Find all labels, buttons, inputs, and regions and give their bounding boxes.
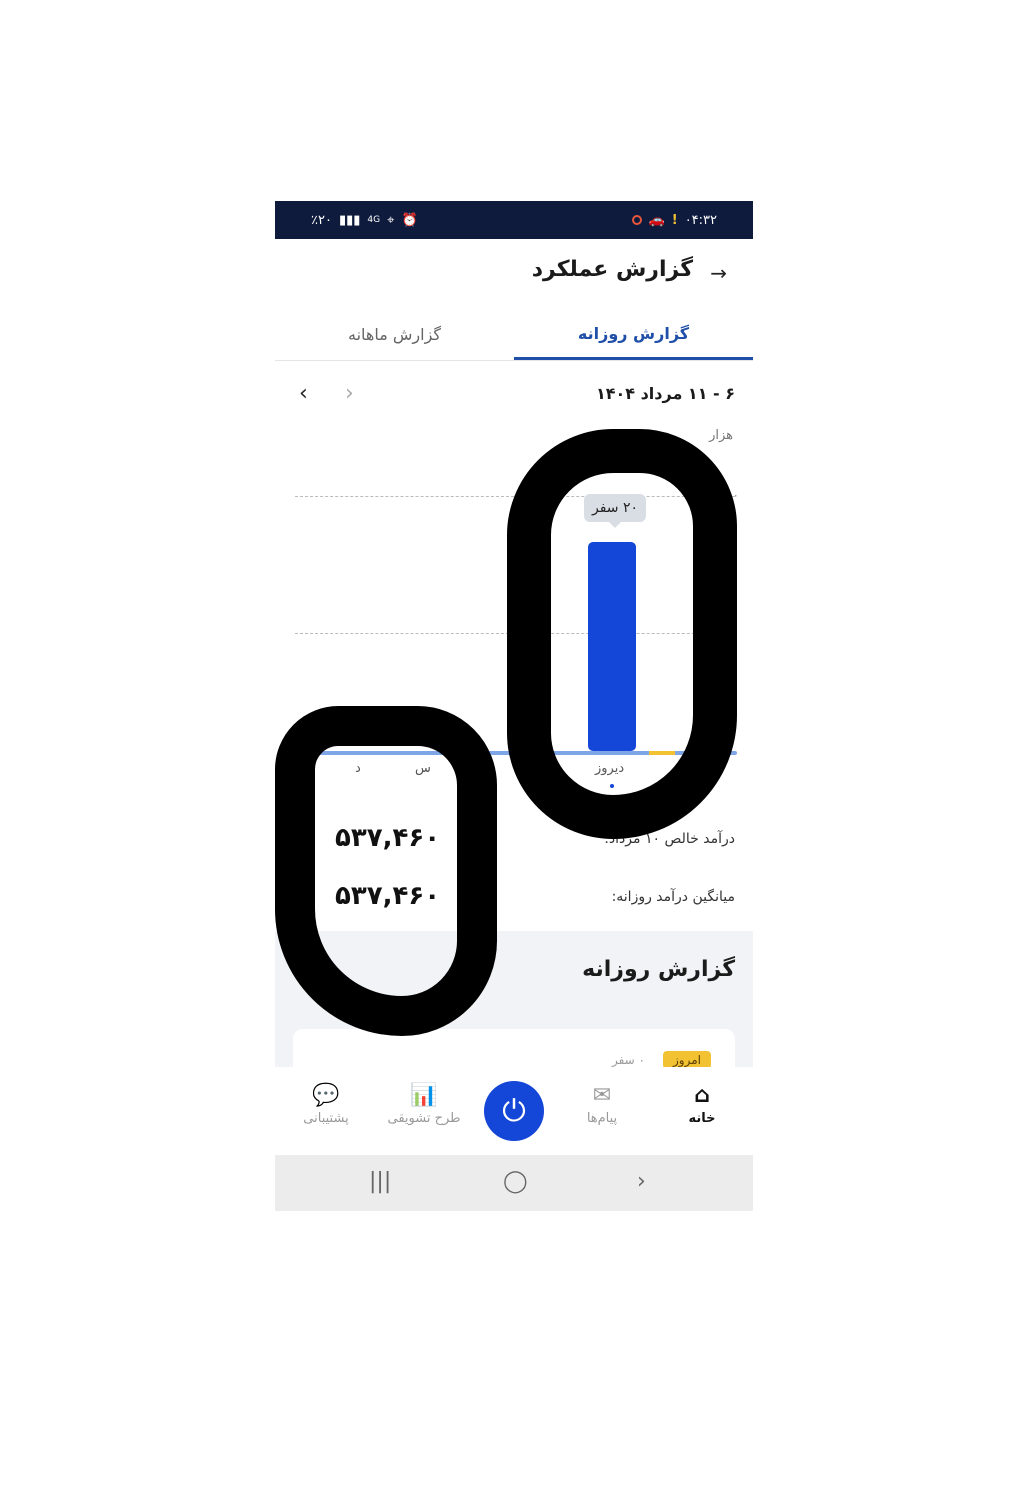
chevron-left-icon[interactable]: ‹: [299, 381, 308, 406]
period-label: ۶ - ۱۱ مرداد ۱۴۰۴: [595, 384, 735, 403]
avg-income-label: میانگین درآمد روزانه:: [611, 889, 735, 905]
back-chevron-icon[interactable]: ›: [637, 1169, 646, 1194]
nav-messages-label: پیام‌ها: [586, 1111, 618, 1126]
mail-icon: ✉: [592, 1083, 612, 1108]
network-type: 4G: [367, 215, 381, 225]
warning-icon: !: [671, 212, 678, 228]
status-right: 🚗 ! ۰۴:۳۲: [631, 212, 717, 228]
scribble-overlay: [275, 706, 497, 1036]
status-left: ٪۲۰ ▮▮▮ 4G ⌖ ⏰: [311, 213, 418, 228]
nav-home-label: خانه: [688, 1111, 716, 1126]
recent-apps-icon[interactable]: |||: [369, 1169, 391, 1194]
location-icon: ⌖: [387, 212, 395, 228]
chevron-right-icon[interactable]: ›: [345, 381, 354, 406]
card-trip-count: ۰ سفر: [611, 1053, 645, 1067]
phone-screen: ٪۲۰ ▮▮▮ 4G ⌖ ⏰ 🚗 ! ۰۴:۳۲ → گزارش عملکرد …: [275, 201, 753, 1211]
nav-home[interactable]: ⌂ خانه: [657, 1081, 747, 1126]
page-title: گزارش عملکرد: [531, 257, 693, 282]
tab-monthly-report[interactable]: گزارش ماهانه: [275, 309, 514, 360]
home-circle-icon[interactable]: ◯: [503, 1169, 528, 1194]
nav-messages[interactable]: ✉ پیام‌ها: [557, 1081, 647, 1126]
battery-indicator: ٪۲۰: [311, 212, 332, 228]
power-button[interactable]: ⏻: [484, 1081, 544, 1141]
system-navigation-bar: ||| ◯ ›: [275, 1155, 753, 1211]
app-bar: → گزارش عملکرد: [275, 239, 753, 309]
arrow-right-icon[interactable]: →: [710, 261, 727, 285]
tab-bar: گزارش روزانه گزارش ماهانه: [275, 309, 753, 361]
home-icon: ⌂: [694, 1083, 710, 1108]
record-icon: [631, 215, 642, 225]
chart-unit-label: هزار: [709, 428, 733, 443]
tab-daily-report[interactable]: گزارش روزانه: [514, 309, 753, 360]
nav-support[interactable]: 💬 پشتیبانی: [281, 1081, 371, 1126]
chart-growth-icon: 📊: [410, 1083, 438, 1108]
clock: ۰۴:۳۲: [684, 212, 717, 228]
car-icon: 🚗: [648, 212, 665, 228]
alarm-icon: ⏰: [401, 212, 418, 228]
nav-promo[interactable]: 📊 طرح تشویقی: [379, 1081, 469, 1126]
scribble-overlay: [507, 429, 737, 839]
signal-icon: ▮▮▮: [338, 212, 361, 228]
bottom-navigation: ⌂ خانه ✉ پیام‌ها ⏻ 📊 طرح تشویقی 💬 پشتیبا…: [275, 1067, 753, 1155]
nav-promo-label: طرح تشویقی: [387, 1111, 461, 1126]
nav-support-label: پشتیبانی: [303, 1111, 349, 1126]
support-chat-icon: 💬: [312, 1083, 340, 1108]
daily-report-title: گزارش روزانه: [582, 957, 735, 982]
status-bar: ٪۲۰ ▮▮▮ 4G ⌖ ⏰ 🚗 ! ۰۴:۳۲: [275, 201, 753, 239]
